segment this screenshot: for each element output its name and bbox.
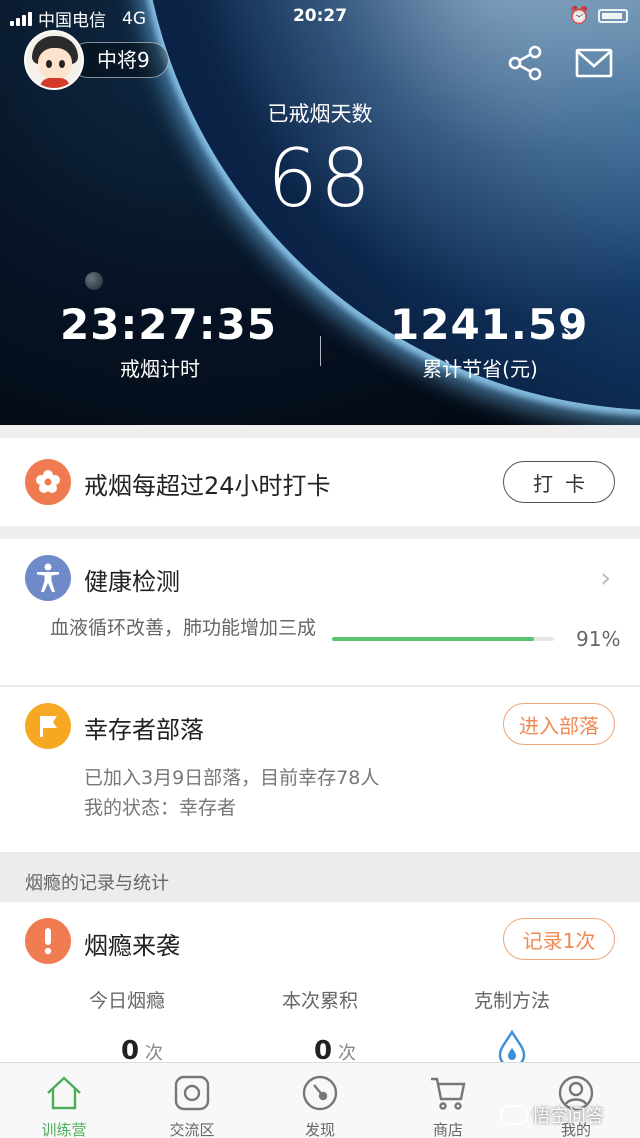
health-card[interactable]: 健康检测 › 血液循环改善，肺功能增加三成 91% — [0, 539, 640, 685]
home-icon — [47, 1076, 81, 1110]
tribe-title: 幸存者部落 — [84, 716, 204, 744]
watermark-text: 悟空问答 — [532, 1106, 604, 1127]
avatar[interactable] — [24, 30, 84, 90]
health-progress-bar — [332, 637, 554, 641]
tab-training-camp[interactable]: 训练营 — [0, 1063, 128, 1138]
section-header: 烟瘾的记录与统计 — [0, 852, 640, 902]
tab-shop[interactable]: 商店 — [384, 1063, 512, 1138]
flag-icon — [25, 703, 71, 749]
user-profile-chip[interactable]: 中将9 — [24, 30, 169, 90]
quit-days-label: 已戒烟天数 — [267, 102, 373, 126]
checkin-title: 戒烟每超过24小时打卡 — [84, 472, 331, 500]
methods-label[interactable]: 克制方法 — [442, 986, 582, 1013]
quit-days-value: 68 — [267, 132, 373, 225]
money-saved-value: 1241.59 — [390, 300, 589, 349]
health-title: 健康检测 — [84, 568, 180, 596]
person-icon — [25, 555, 71, 601]
section-header-label: 烟瘾的记录与统计 — [25, 873, 169, 894]
tribe-info: 已加入3月9日部落，目前幸存78人 — [84, 767, 380, 789]
tab-label: 发现 — [304, 1121, 335, 1138]
today-craving-label: 今日烟瘾 — [88, 990, 165, 1012]
quit-timer-value: 23:27:35 — [60, 300, 277, 349]
tab-label: 商店 — [432, 1121, 463, 1138]
tribe-card: 幸存者部落 进入部落 已加入3月9日部落，目前幸存78人 我的状态：幸存者 — [0, 686, 640, 852]
quit-timer: 23:27:35 戒烟计时 — [60, 300, 277, 382]
health-progress-fill — [332, 637, 535, 641]
tribe-status: 我的状态：幸存者 — [84, 797, 237, 819]
health-description: 血液循环改善，肺功能增加三成 — [50, 617, 317, 639]
quit-timer-label: 戒烟计时 — [120, 357, 200, 381]
compass-icon — [302, 1075, 338, 1111]
enter-tribe-button[interactable]: 进入部落 — [503, 703, 615, 745]
status-bar: 中国电信 4G 20:27 ⏰ — [0, 0, 640, 34]
battery-icon — [598, 9, 628, 23]
tab-community[interactable]: 交流区 — [128, 1063, 256, 1138]
share-icon[interactable] — [506, 44, 544, 82]
chevron-right-icon[interactable]: › — [600, 561, 611, 594]
flower-icon — [25, 459, 71, 505]
total-craving-label: 本次累积 — [281, 990, 358, 1012]
money-saved[interactable]: 1241.59 累计节省(元) — [390, 300, 589, 382]
money-saved-label: 累计节省(元) — [422, 357, 538, 381]
tab-discover[interactable]: 发现 — [256, 1063, 384, 1138]
status-time: 20:27 — [292, 6, 348, 26]
record-craving-button[interactable]: 记录1次 — [503, 918, 615, 960]
divider — [320, 336, 321, 366]
tab-label: 交流区 — [169, 1121, 215, 1138]
hero-banner: 中国电信 4G 20:27 ⏰ 中将9 已戒烟天数 68 23:27:35 戒烟… — [0, 0, 640, 425]
craving-card: 烟瘾来袭 记录1次 今日烟瘾 本次累积 克制方法 0次 0次 — [0, 902, 640, 1069]
cart-icon — [431, 1077, 466, 1110]
user-name[interactable]: 中将9 — [70, 42, 169, 78]
chevron-right-icon[interactable]: › — [562, 318, 572, 348]
chat-icon — [174, 1075, 210, 1111]
checkin-card: 戒烟每超过24小时打卡 打卡 — [0, 438, 640, 526]
alarm-icon: ⏰ — [568, 6, 590, 26]
health-percent: 91% — [576, 627, 621, 651]
craving-title: 烟瘾来袭 — [84, 932, 180, 960]
exclamation-icon — [25, 918, 71, 964]
checkin-button[interactable]: 打卡 — [503, 461, 615, 503]
watermark: 悟空问答 — [500, 1102, 604, 1128]
moon-image — [85, 272, 103, 290]
tab-label: 训练营 — [41, 1121, 87, 1138]
wukong-logo-icon — [500, 1105, 528, 1125]
mail-icon[interactable] — [574, 46, 614, 80]
